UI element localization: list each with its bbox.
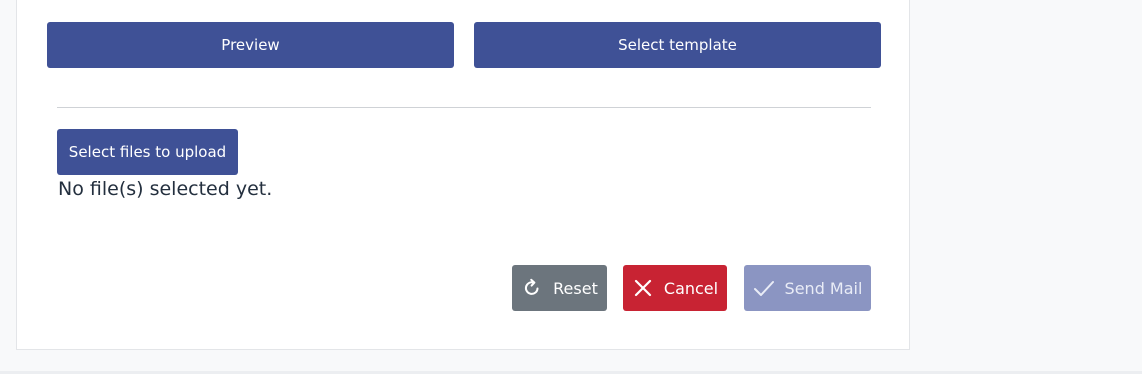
close-icon [632,277,654,299]
cancel-button-label: Cancel [663,278,719,298]
send-mail-button[interactable]: Send Mail [744,265,871,311]
reset-button-label: Reset [553,278,598,298]
select-files-button-label: Select files to upload [68,143,227,161]
reset-button[interactable]: Reset [512,265,607,311]
select-template-button-label: Select template [618,36,737,54]
select-files-button[interactable]: Select files to upload [57,129,238,175]
send-mail-button-label: Send Mail [784,278,863,298]
preview-button[interactable]: Preview [47,22,454,68]
divider [57,107,871,108]
select-template-button[interactable]: Select template [474,22,881,68]
upload-status-text: No file(s) selected yet. [58,178,273,200]
preview-button-label: Preview [221,36,280,54]
reset-icon [521,277,543,299]
check-icon [753,277,775,299]
cancel-button[interactable]: Cancel [623,265,727,311]
